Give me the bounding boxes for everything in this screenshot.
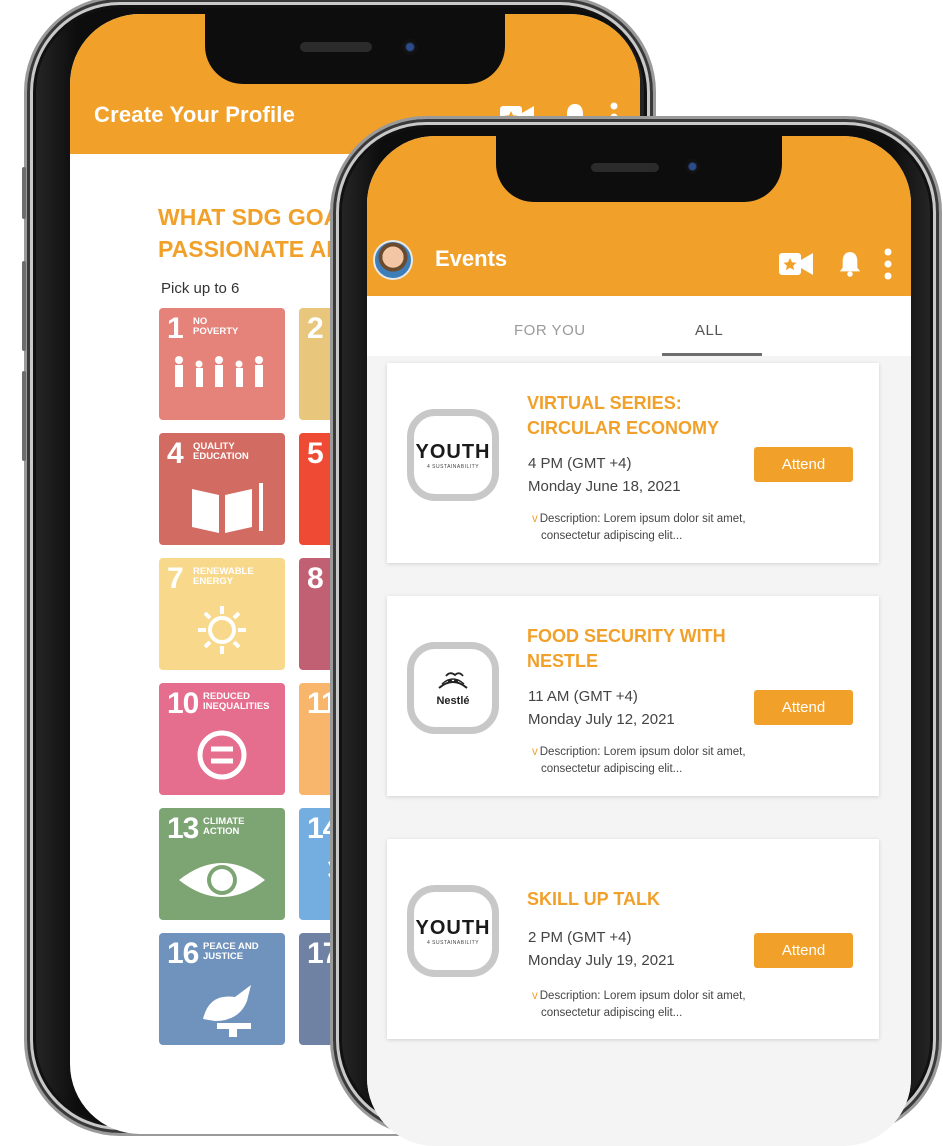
earpiece-speaker	[591, 163, 659, 172]
attend-button[interactable]: Attend	[754, 447, 853, 482]
notch	[496, 136, 782, 202]
sdg-goal-icon	[203, 985, 251, 1037]
chevron-down-icon: v	[532, 746, 538, 758]
event-description-text: Description: Lorem ipsum dolor sit amet,…	[539, 990, 746, 1019]
event-card[interactable]: YOUTH 4 SUSTAINABILITY SKILL UP TALK 2 P…	[387, 839, 879, 1039]
youth-4-sustainability-logo: YOUTH 4 SUSTAINABILITY	[407, 409, 499, 501]
sdg-goal-number: 4	[167, 437, 184, 470]
volume-up-button	[22, 261, 26, 351]
youth-4-sustainability-logo: YOUTH 4 SUSTAINABILITY	[407, 885, 499, 977]
logo-text: YOUTH	[415, 916, 491, 939]
bell-icon[interactable]	[839, 250, 861, 283]
event-description-text: Description: Lorem ipsum dolor sit amet,…	[539, 746, 746, 775]
page-title: Events	[435, 246, 508, 271]
logo-subtext: 4 SUSTAINABILITY	[426, 463, 480, 470]
chevron-down-icon: v	[532, 990, 538, 1002]
event-tabs: FOR YOU ALL	[367, 296, 911, 356]
page-title: Create Your Profile	[94, 102, 296, 127]
event-time: 11 AM (GMT +4)	[528, 688, 638, 705]
event-card[interactable]: Nestlé FOOD SECURITY WITH NESTLE 11 AM (…	[387, 596, 879, 796]
sdg-goal-number: 7	[167, 562, 184, 595]
front-camera	[402, 39, 418, 55]
event-date: Monday June 18, 2021	[528, 478, 681, 495]
events-phone-frame: Events FOR YOU ALL YOUTH 4 SUSTAINABILIT…	[330, 116, 942, 1146]
sdg-goal-number: 8	[307, 562, 324, 595]
event-title: VIRTUAL SERIES: CIRCULAR ECONOMY	[527, 393, 719, 438]
sdg-goal-number: 13	[167, 812, 199, 845]
event-date: Monday July 19, 2021	[528, 952, 675, 969]
sdg-goal-icon	[197, 730, 247, 780]
logo-text: YOUTH	[415, 440, 491, 463]
logo-subtext: 4 SUSTAINABILITY	[426, 939, 480, 946]
event-description[interactable]: v Description: Lorem ipsum dolor sit amet…	[527, 511, 781, 545]
sdg-goal-tile[interactable]: 10 REDUCED INEQUALITIES	[159, 683, 285, 795]
sdg-goal-number: 16	[167, 937, 199, 970]
event-title: SKILL UP TALK	[527, 889, 661, 909]
tab-all[interactable]: ALL	[695, 322, 723, 339]
sdg-goal-icon	[179, 863, 265, 897]
sdg-goal-tile[interactable]: 4 QUALITY EDUCATION	[159, 433, 285, 545]
sdg-heading-line-1: WHAT SDG GOA	[158, 204, 341, 230]
video-star-icon[interactable]	[779, 252, 813, 281]
event-description[interactable]: v Description: Lorem ipsum dolor sit amet…	[527, 988, 781, 1022]
logo-text: Nestlé	[436, 694, 470, 707]
sdg-goal-icon	[175, 356, 263, 387]
sdg-goal-number: 2	[307, 312, 324, 345]
events-screen: Events FOR YOU ALL YOUTH 4 SUSTAINABILIT…	[367, 136, 911, 1146]
chevron-down-icon: v	[532, 513, 538, 525]
sdg-goal-number: 5	[307, 437, 324, 470]
sdg-goal-number: 10	[167, 687, 199, 720]
event-time: 4 PM (GMT +4)	[528, 455, 632, 472]
sdg-goal-number: 1	[167, 312, 184, 345]
nestle-nest-icon	[438, 671, 468, 689]
sdg-goal-label: REDUCED INEQUALITIES	[203, 691, 270, 712]
event-date: Monday July 12, 2021	[528, 711, 675, 728]
more-vert-icon[interactable]	[884, 248, 892, 285]
event-description[interactable]: v Description: Lorem ipsum dolor sit amet…	[527, 744, 781, 778]
attend-button[interactable]: Attend	[754, 933, 853, 968]
sdg-goal-tile[interactable]: 1 NO POVERTY	[159, 308, 285, 420]
volume-down-button	[22, 371, 26, 461]
sdg-heading-line-2: PASSIONATE AB	[158, 236, 343, 262]
sdg-goal-icon	[198, 606, 246, 654]
sdg-goal-label: PEACE AND JUSTICE	[203, 941, 259, 962]
event-time: 2 PM (GMT +4)	[528, 929, 632, 946]
sdg-goal-tile[interactable]: 7 RENEWABLE ENERGY	[159, 558, 285, 670]
sdg-goal-label: QUALITY EDUCATION	[193, 441, 249, 462]
sdg-goal-label: RENEWABLE ENERGY	[193, 566, 254, 587]
avatar[interactable]	[373, 240, 413, 280]
notch	[205, 14, 505, 84]
sdg-goal-label: NO POVERTY	[193, 316, 239, 337]
mute-switch	[22, 167, 26, 219]
sdg-goal-tile[interactable]: 16 PEACE AND JUSTICE	[159, 933, 285, 1045]
tab-for-you[interactable]: FOR YOU	[514, 322, 586, 339]
sdg-goal-icon	[192, 483, 263, 533]
event-card[interactable]: YOUTH 4 SUSTAINABILITY VIRTUAL SERIES: C…	[387, 363, 879, 563]
sdg-subtitle: Pick up to 6	[161, 280, 240, 297]
sdg-goal-label: CLIMATE ACTION	[203, 816, 245, 837]
attend-button[interactable]: Attend	[754, 690, 853, 725]
event-list: YOUTH 4 SUSTAINABILITY VIRTUAL SERIES: C…	[367, 356, 911, 1146]
event-title: FOOD SECURITY WITH NESTLE	[527, 626, 726, 671]
front-camera	[685, 159, 700, 174]
sdg-heading: WHAT SDG GOA PASSIONATE AB	[158, 201, 343, 265]
sdg-goal-tile[interactable]: 13 CLIMATE ACTION	[159, 808, 285, 920]
nestle-logo: Nestlé	[407, 642, 499, 734]
earpiece-speaker	[300, 42, 372, 52]
event-description-text: Description: Lorem ipsum dolor sit amet,…	[539, 513, 746, 542]
